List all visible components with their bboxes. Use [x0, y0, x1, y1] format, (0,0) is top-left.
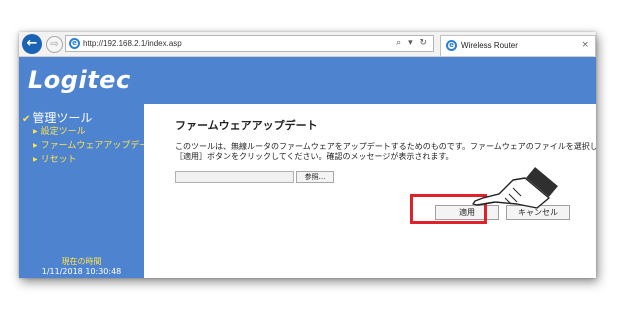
arrow-icon: ▶ — [33, 142, 38, 149]
arrow-icon: ▶ — [33, 156, 38, 163]
tab-title: Wireless Router — [461, 41, 518, 50]
menu-list: ▶ 設定ツール ▶ ファームウェアアップデート ▶ リセット — [33, 125, 157, 167]
logitec-logo: Logitec — [28, 66, 131, 94]
address-bar[interactable]: e http://192.168.2.1/index.asp ⌕ ▾ ↻ — [65, 35, 434, 52]
menu-header[interactable]: ✔ 管理ツール — [22, 109, 92, 126]
check-icon: ✔ — [22, 114, 31, 125]
browser-toolbar: ← ⇨ e http://192.168.2.1/index.asp ⌕ ▾ ↻… — [19, 32, 596, 57]
url-text[interactable]: http://192.168.2.1/index.asp — [83, 36, 182, 51]
sidebar: ✔ 管理ツール ▶ 設定ツール ▶ ファームウェアアップデート ▶ リセット 現在の時間… — [19, 104, 157, 278]
current-time-label: 現在の時間 — [61, 257, 102, 266]
sidebar-item-settings[interactable]: ▶ 設定ツール — [33, 125, 157, 139]
sidebar-item-reset[interactable]: ▶ リセット — [33, 153, 157, 167]
sidebar-item-label: ファームウェアアップデート — [40, 141, 158, 151]
back-icon[interactable]: ← — [22, 34, 42, 54]
current-time-value: 1/11/2018 10:30:48 — [41, 267, 122, 276]
browse-button[interactable]: 参照... — [296, 171, 334, 183]
sidebar-item-label: リセット — [40, 155, 77, 165]
browser-window: ← ⇨ e http://192.168.2.1/index.asp ⌕ ▾ ↻… — [19, 32, 596, 278]
address-tools-icons[interactable]: ⌕ ▾ ↻ — [396, 36, 429, 51]
tab-close-icon[interactable]: × — [581, 39, 589, 52]
tab-ie-icon: e — [446, 40, 457, 51]
page-header: Logitec — [19, 57, 596, 104]
hand-pointer-icon — [472, 164, 561, 209]
arrow-icon: ▶ — [33, 128, 38, 135]
menu-title: 管理ツール — [32, 111, 93, 125]
browser-tab[interactable]: e Wireless Router × — [440, 35, 596, 56]
page-title: ファームウェアアップデート — [175, 119, 318, 132]
forward-icon[interactable]: ⇨ — [46, 36, 63, 53]
firmware-file-input[interactable] — [175, 171, 294, 183]
ie-icon: e — [69, 38, 80, 49]
sidebar-item-label: 設定ツール — [40, 127, 86, 137]
sidebar-item-firmware[interactable]: ▶ ファームウェアアップデート — [33, 139, 157, 153]
